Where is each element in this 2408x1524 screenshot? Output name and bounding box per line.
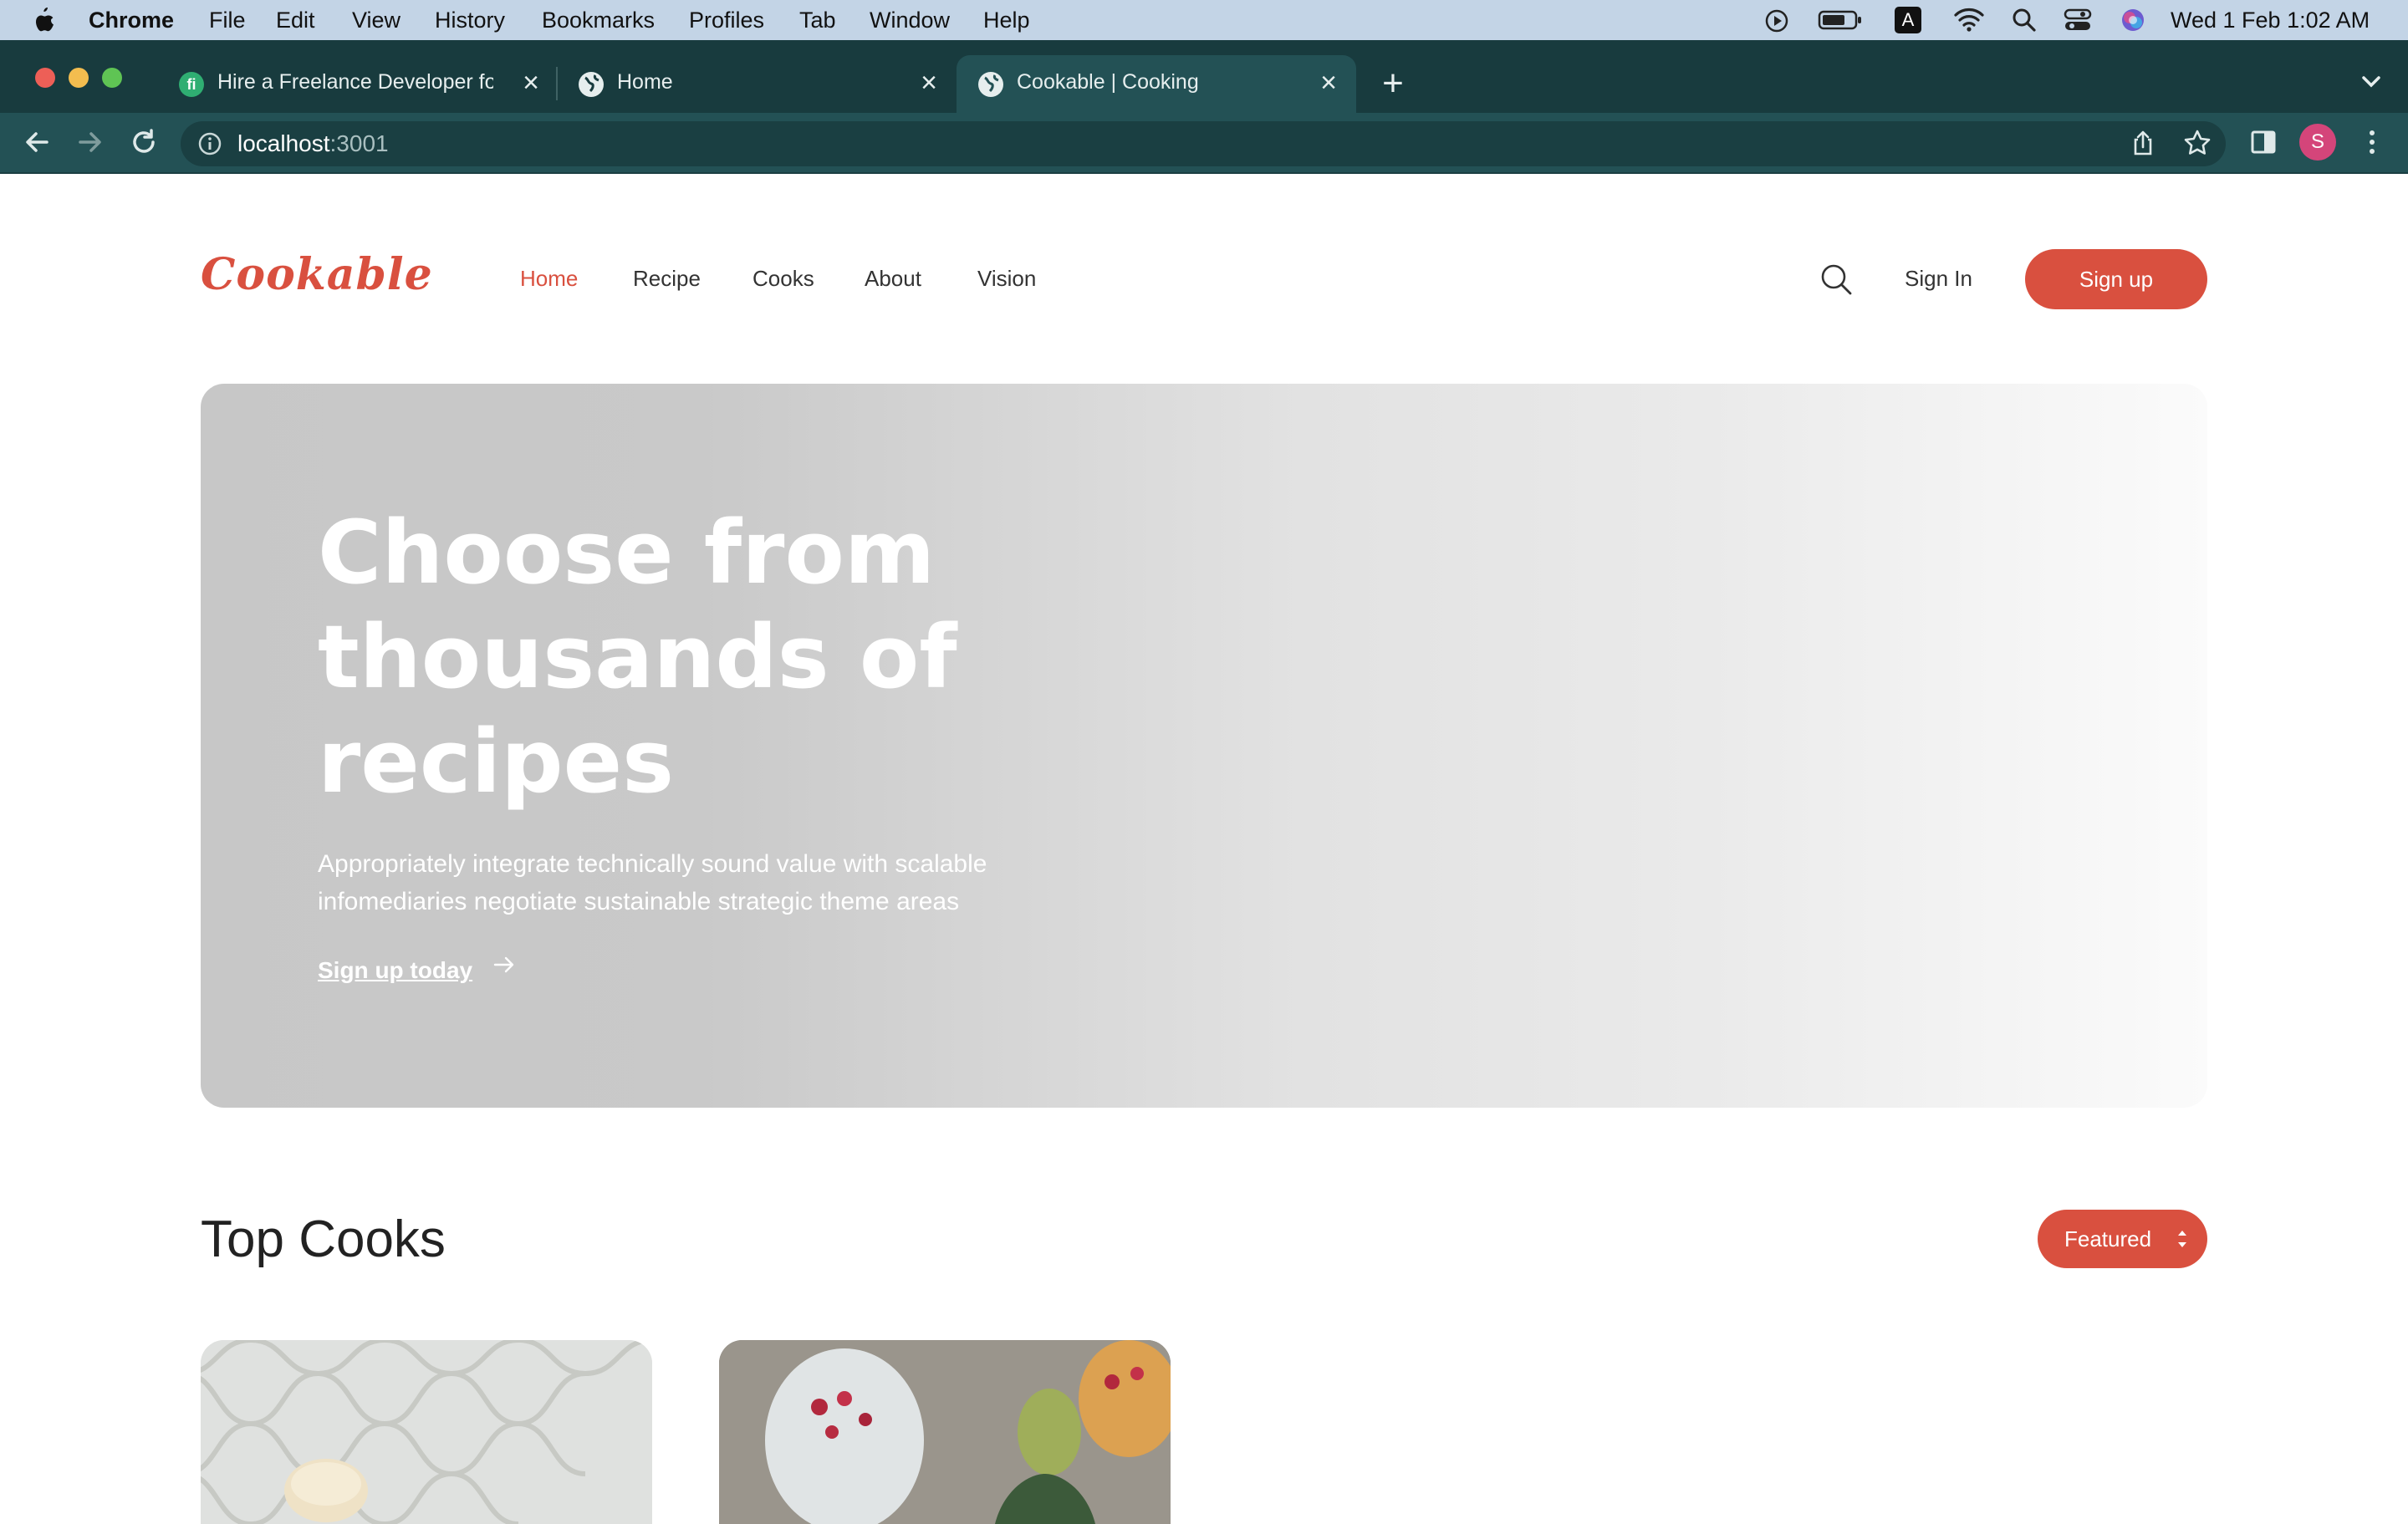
window-close-button[interactable] <box>35 68 55 88</box>
menu-window[interactable]: Window <box>870 6 950 34</box>
section-title: Top Cooks <box>201 1211 446 1268</box>
input-source-icon[interactable]: A <box>1895 7 1921 33</box>
tab-close-icon[interactable]: × <box>1311 65 1346 100</box>
menu-tab[interactable]: Tab <box>799 6 836 34</box>
hero-subtitle-line: infomediaries negotiate sustainable stra… <box>318 888 960 915</box>
tab-close-icon[interactable]: × <box>513 65 548 100</box>
sign-up-button[interactable]: Sign up <box>2025 249 2207 309</box>
macos-menu-bar: Chrome File Edit View History Bookmarks … <box>0 0 2408 40</box>
window-zoom-button[interactable] <box>102 68 122 88</box>
wifi-icon[interactable] <box>1953 7 1985 35</box>
sign-in-link[interactable]: Sign In <box>1905 266 1972 292</box>
site-info-icon[interactable] <box>197 131 222 156</box>
window-minimize-button[interactable] <box>69 68 89 88</box>
tab-home[interactable]: Home × <box>557 55 955 113</box>
hero-subtitle: Appropriately integrate technically soun… <box>318 845 1070 920</box>
battery-icon[interactable] <box>1818 9 1863 38</box>
hero-cta-link[interactable]: Sign up today <box>318 957 472 984</box>
sort-select[interactable]: Featured <box>2038 1210 2207 1268</box>
hero-title-line: thousands of <box>318 606 957 708</box>
globe-icon <box>978 72 1003 97</box>
fiverr-icon: fi <box>179 72 204 97</box>
menu-bookmarks[interactable]: Bookmarks <box>542 6 655 34</box>
nav-vision[interactable]: Vision <box>977 266 1036 292</box>
hero-banner: Choose from thousands of recipes Appropr… <box>201 384 2207 1108</box>
menu-profiles[interactable]: Profiles <box>689 6 764 34</box>
tab-search-chevron-icon[interactable] <box>2356 67 2386 97</box>
menu-app-name[interactable]: Chrome <box>89 6 174 34</box>
cook-card-image[interactable] <box>719 1340 1171 1524</box>
tab-close-icon[interactable]: × <box>911 65 946 100</box>
cook-card-image[interactable] <box>201 1340 652 1524</box>
hero-title-line: Choose from <box>318 502 936 604</box>
nav-about[interactable]: About <box>865 266 921 292</box>
bookmark-star-icon[interactable] <box>2182 128 2212 158</box>
back-arrow-icon[interactable] <box>18 127 55 161</box>
nav-recipe[interactable]: Recipe <box>633 266 701 292</box>
hero-title-line: recipes <box>318 711 675 813</box>
new-tab-button[interactable]: + <box>1375 65 1411 102</box>
hero-title: Choose from thousands of recipes <box>318 501 1070 814</box>
siri-icon[interactable] <box>2120 8 2145 36</box>
tab-title: Home <box>617 70 673 94</box>
menu-edit[interactable]: Edit <box>276 6 315 34</box>
search-icon[interactable] <box>1819 262 1853 296</box>
reload-icon[interactable] <box>125 127 162 161</box>
forward-arrow-icon[interactable] <box>72 127 109 161</box>
menu-file[interactable]: File <box>209 6 246 34</box>
profile-avatar[interactable]: S <box>2299 124 2336 161</box>
url-port: :3001 <box>329 130 389 156</box>
hero-subtitle-line: Appropriately integrate technically soun… <box>318 850 987 878</box>
nav-home[interactable]: Home <box>520 266 578 292</box>
tab-title: Hire a Freelance Developer for <box>217 70 493 94</box>
menu-view[interactable]: View <box>352 6 400 34</box>
menu-help[interactable]: Help <box>983 6 1030 34</box>
side-panel-icon[interactable] <box>2249 128 2278 156</box>
spotlight-search-icon[interactable] <box>2012 8 2037 36</box>
address-bar[interactable] <box>181 121 2226 166</box>
site-logo[interactable]: Cookable <box>201 249 433 300</box>
globe-icon <box>579 72 604 97</box>
arrow-right-icon[interactable] <box>492 952 517 985</box>
apple-icon[interactable] <box>32 6 55 34</box>
sort-select-value: Featured <box>2064 1226 2152 1251</box>
sort-chevrons-icon <box>2176 1210 2189 1271</box>
url-host: localhost <box>237 130 330 156</box>
play-circle-icon[interactable] <box>1764 8 1789 37</box>
menu-clock[interactable]: Wed 1 Feb 1:02 AM <box>2171 6 2370 34</box>
control-center-icon[interactable] <box>2064 8 2092 37</box>
tab-freelance[interactable]: fi Hire a Freelance Developer for × <box>157 55 557 113</box>
share-icon[interactable] <box>2129 129 2157 157</box>
url-text[interactable]: localhost:3001 <box>237 130 389 158</box>
nav-cooks[interactable]: Cooks <box>752 266 814 292</box>
tab-cookable-active[interactable]: Cookable | Cooking × <box>957 55 1356 113</box>
tab-title: Cookable | Cooking <box>1017 70 1199 94</box>
more-menu-icon[interactable] <box>2360 127 2385 157</box>
menu-history[interactable]: History <box>435 6 505 34</box>
